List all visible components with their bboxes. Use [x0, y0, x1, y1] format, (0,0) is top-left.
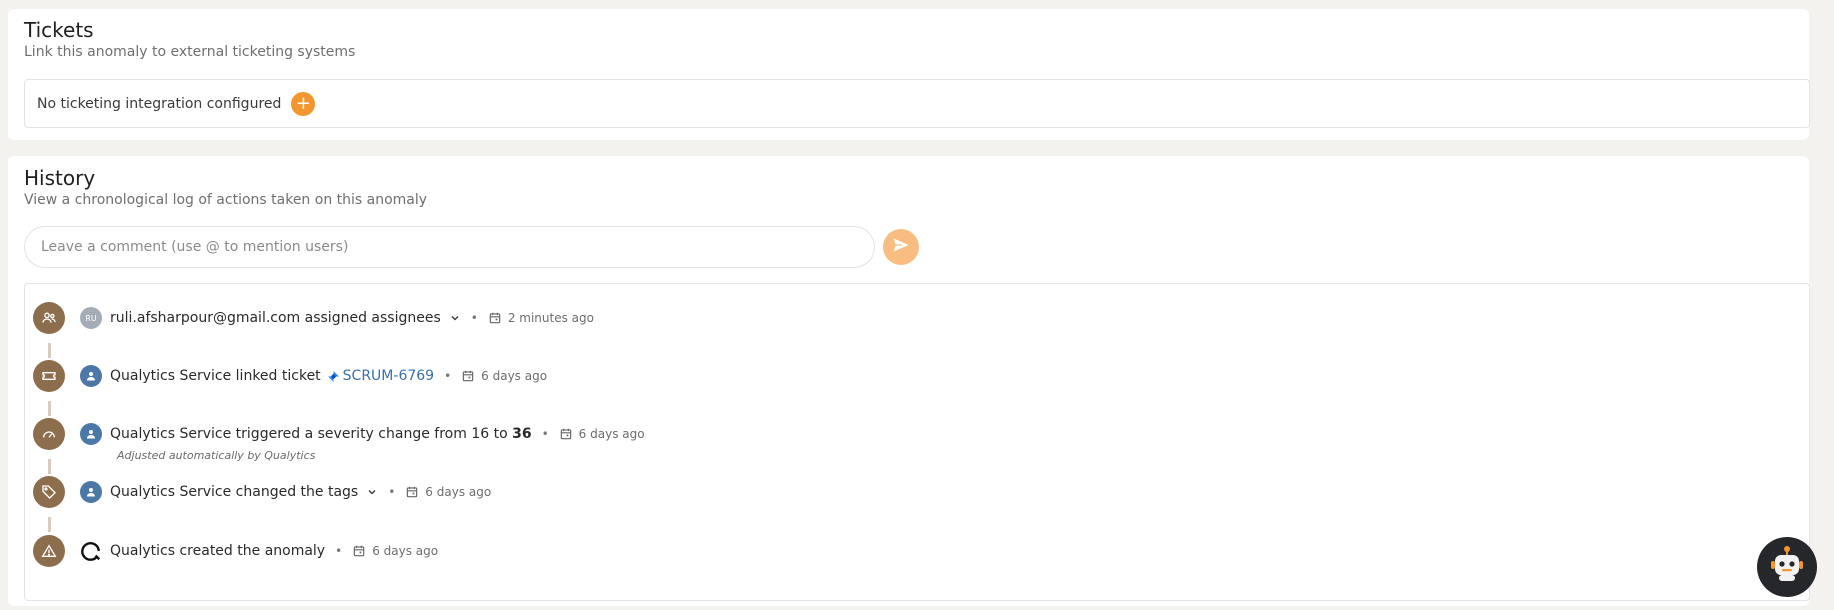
- avatar: [80, 423, 102, 445]
- user-icon: [87, 488, 95, 497]
- tickets-title: Tickets: [24, 18, 94, 42]
- separator-dot: •: [388, 485, 396, 499]
- event-note: Adjusted automatically by Qualytics: [117, 449, 316, 462]
- calendar-icon: [559, 427, 573, 441]
- history-event: RU ruli.afsharpour@gmail.com assigned as…: [33, 302, 594, 334]
- ticket-link[interactable]: SCRUM-6769: [327, 368, 434, 384]
- avatar: [80, 481, 102, 503]
- jira-icon: [327, 370, 339, 382]
- avatar: RU: [80, 307, 102, 329]
- history-event: Qualytics Service triggered a severity c…: [33, 418, 645, 450]
- calendar-icon: [405, 485, 419, 499]
- send-icon: [891, 235, 911, 259]
- avatar: [80, 365, 102, 387]
- calendar-icon: [461, 369, 475, 383]
- event-time: 6 days ago: [372, 544, 439, 558]
- event-text: ruli.afsharpour@gmail.com assigned assig…: [110, 310, 441, 326]
- event-time: 6 days ago: [481, 369, 548, 383]
- event-text: Qualytics created the anomaly: [110, 543, 325, 559]
- comment-input[interactable]: [24, 226, 875, 268]
- send-comment-button[interactable]: [883, 229, 919, 265]
- timeline-connector: [48, 459, 51, 474]
- timeline-connector: [48, 401, 51, 416]
- robot-icon: [1766, 544, 1808, 590]
- event-text: Qualytics Service triggered a severity c…: [110, 426, 532, 442]
- chevron-down-icon: [449, 309, 461, 328]
- chevron-down-icon: [366, 483, 378, 502]
- warning-icon: [33, 535, 65, 567]
- event-action: created the anomaly: [179, 543, 326, 559]
- event-time: 2 minutes ago: [507, 311, 594, 325]
- tag-icon: [33, 476, 65, 508]
- history-subtitle: View a chronological log of actions take…: [24, 192, 428, 208]
- ticket-integration-box: No ticketing integration configured +: [24, 79, 1810, 128]
- add-integration-button[interactable]: +: [291, 91, 316, 116]
- event-time: 6 days ago: [425, 485, 492, 499]
- event-text: Qualytics Service linked ticket: [110, 368, 321, 384]
- event-actor: Qualytics Service: [110, 368, 232, 384]
- assistant-bot-button[interactable]: [1757, 537, 1817, 597]
- event-text: Qualytics Service changed the tags: [110, 484, 358, 500]
- separator-dot: •: [444, 369, 452, 383]
- event-action: changed the tags: [235, 484, 359, 500]
- separator-dot: •: [470, 311, 478, 325]
- gauge-icon: [33, 418, 65, 450]
- expand-button[interactable]: [366, 483, 378, 502]
- history-event: Qualytics Service changed the tags • 6 d…: [33, 476, 491, 508]
- calendar-icon: [352, 544, 366, 558]
- separator-dot: •: [541, 427, 549, 441]
- qualytics-logo-icon: [80, 540, 102, 562]
- tickets-section: Tickets Link this anomaly to external ti…: [8, 9, 1810, 140]
- event-action: assigned assignees: [304, 310, 441, 326]
- no-integration-text: No ticketing integration configured: [37, 95, 282, 112]
- history-section: History View a chronological log of acti…: [8, 156, 1810, 606]
- event-actor: Qualytics Service: [110, 426, 232, 442]
- severity-to: 36: [512, 426, 532, 442]
- severity-from: 16: [471, 426, 490, 442]
- history-title: History: [24, 166, 96, 190]
- expand-button[interactable]: [449, 309, 461, 328]
- ticket-id: SCRUM-6769: [342, 368, 435, 384]
- event-action: linked ticket: [235, 368, 321, 384]
- user-icon: [87, 430, 95, 439]
- history-event: Qualytics created the anomaly • 6 days a…: [33, 535, 438, 567]
- event-actor: ruli.afsharpour@gmail.com: [110, 310, 301, 326]
- severity-to-word: to: [493, 426, 508, 442]
- user-icon: [87, 372, 95, 381]
- ticket-icon: [33, 360, 65, 392]
- users-icon: [33, 302, 65, 334]
- timeline-connector: [48, 343, 51, 358]
- event-action: triggered a severity change from: [235, 426, 467, 442]
- separator-dot: •: [335, 544, 343, 558]
- tickets-subtitle: Link this anomaly to external ticketing …: [24, 44, 356, 60]
- event-time: 6 days ago: [578, 427, 645, 441]
- event-actor: Qualytics: [110, 543, 176, 559]
- event-actor: Qualytics Service: [110, 484, 232, 500]
- history-timeline: RU ruli.afsharpour@gmail.com assigned as…: [24, 283, 1810, 601]
- calendar-icon: [488, 311, 502, 325]
- history-event: Qualytics Service linked ticket SCRUM-67…: [33, 360, 547, 392]
- timeline-connector: [48, 517, 51, 532]
